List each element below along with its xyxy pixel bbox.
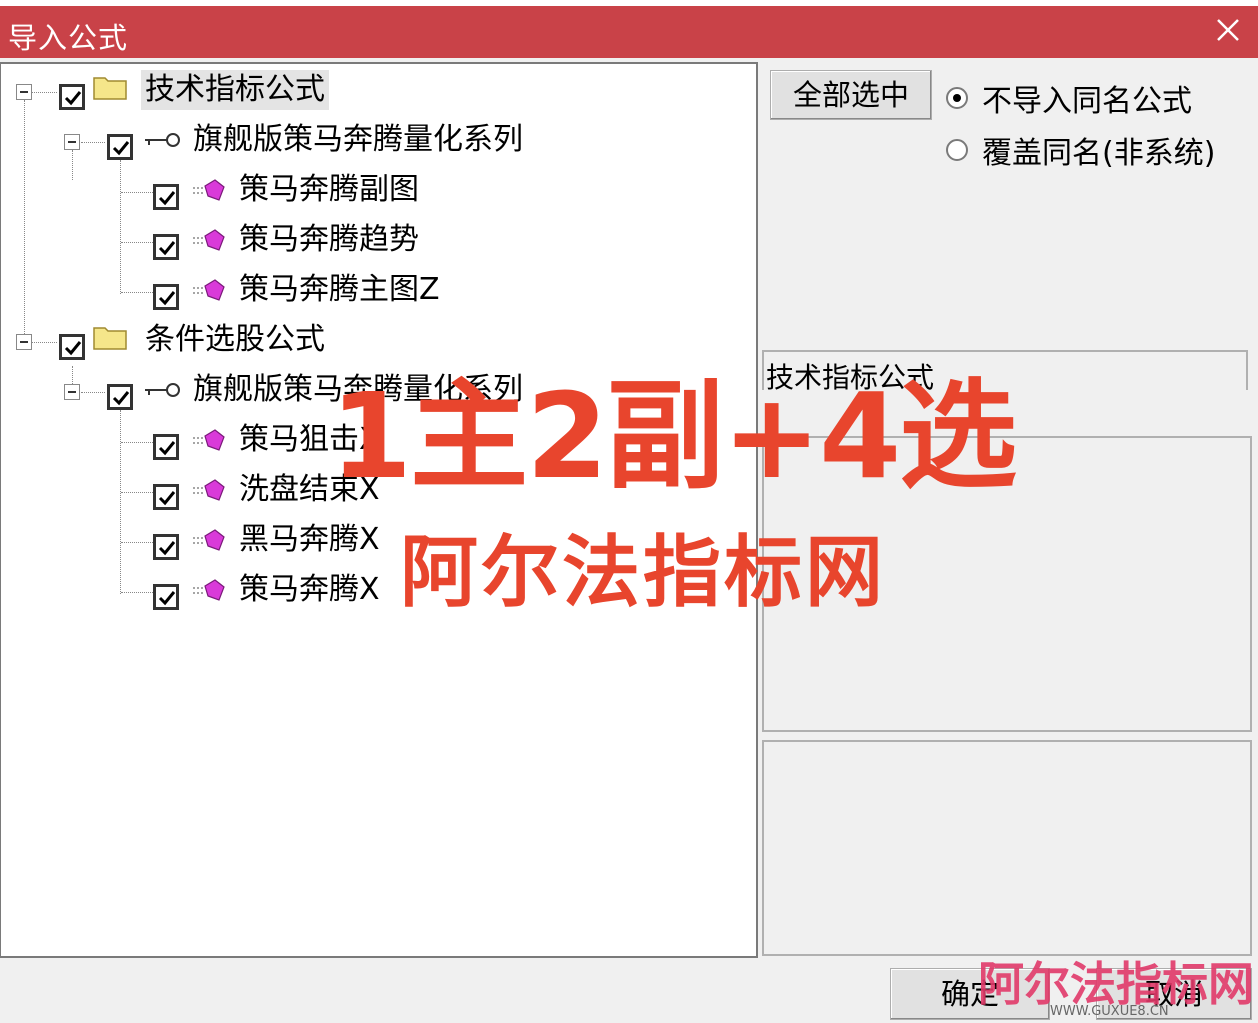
formula-gem-icon (193, 279, 225, 301)
item-checkbox[interactable] (153, 584, 179, 610)
folder-icon (93, 327, 127, 350)
watermark-site: 阿尔法指标网 (400, 528, 887, 618)
item-checkbox[interactable] (153, 434, 179, 460)
folder-icon (93, 77, 127, 100)
watermark-headline: 1主2副+4选 (330, 367, 1017, 505)
series-checkbox[interactable] (107, 134, 133, 160)
title-bar: 导入公式 (0, 6, 1258, 58)
radio-label: 覆盖同名(非系统) (982, 136, 1216, 171)
tree-connector (120, 410, 121, 594)
item-checkbox[interactable] (153, 234, 179, 260)
series-label[interactable]: 旗舰版策马奔腾量化系列 (193, 120, 523, 160)
tree-connector (81, 142, 105, 143)
formula-gem-icon (193, 479, 225, 501)
item-checkbox[interactable] (153, 484, 179, 510)
tree-connector (31, 342, 57, 343)
collapse-toggle[interactable] (64, 134, 80, 150)
collapse-toggle[interactable] (16, 84, 32, 100)
series-checkbox[interactable] (107, 384, 133, 410)
tree-connector (81, 392, 105, 393)
tree-connector (24, 100, 25, 342)
formula-gem-icon (193, 429, 225, 451)
key-icon (145, 383, 180, 397)
item-label[interactable]: 黑马奔腾X (239, 520, 380, 560)
key-icon (145, 133, 180, 147)
formula-gem-icon (193, 579, 225, 601)
radio-skip-same-name[interactable]: 不导入同名公式 (946, 76, 1192, 120)
group-checkbox[interactable] (59, 334, 85, 360)
collapse-toggle[interactable] (64, 384, 80, 400)
item-label[interactable]: 策马奔腾X (239, 570, 380, 610)
item-label[interactable]: 策马奔腾副图 (239, 170, 419, 210)
group-checkbox[interactable] (59, 84, 85, 110)
item-checkbox[interactable] (153, 184, 179, 210)
item-label[interactable]: 策马奔腾主图Z (239, 270, 440, 310)
formula-gem-icon (193, 529, 225, 551)
tree-connector (72, 150, 73, 180)
group-label[interactable]: 条件选股公式 (145, 320, 325, 360)
radio-selected-icon (946, 87, 968, 109)
formula-gem-icon (193, 229, 225, 251)
item-checkbox[interactable] (153, 534, 179, 560)
tree-connector (121, 442, 153, 443)
tree-connector (121, 592, 153, 593)
item-checkbox[interactable] (153, 284, 179, 310)
tree-connector (31, 92, 57, 93)
tree-connector (121, 292, 153, 293)
formula-detail-panel (762, 740, 1252, 956)
tree-connector (121, 492, 153, 493)
radio-overwrite-same-name[interactable]: 覆盖同名(非系统) (946, 128, 1215, 172)
tree-connector (121, 542, 153, 543)
collapse-toggle[interactable] (16, 334, 32, 350)
group-label[interactable]: 技术指标公式 (141, 70, 329, 110)
tree-connector (121, 192, 153, 193)
radio-label: 不导入同名公式 (982, 84, 1192, 119)
formula-gem-icon (193, 179, 225, 201)
tree-connector (121, 242, 153, 243)
select-all-button[interactable]: 全部选中 (770, 70, 932, 120)
window-title: 导入公式 (8, 21, 129, 55)
item-label[interactable]: 策马奔腾趋势 (239, 220, 419, 260)
watermark-url: WWW.GUXUE8.CN (1050, 1004, 1169, 1019)
close-icon[interactable] (1210, 12, 1246, 48)
tree-connector (120, 160, 121, 294)
radio-unselected-icon (946, 139, 968, 161)
